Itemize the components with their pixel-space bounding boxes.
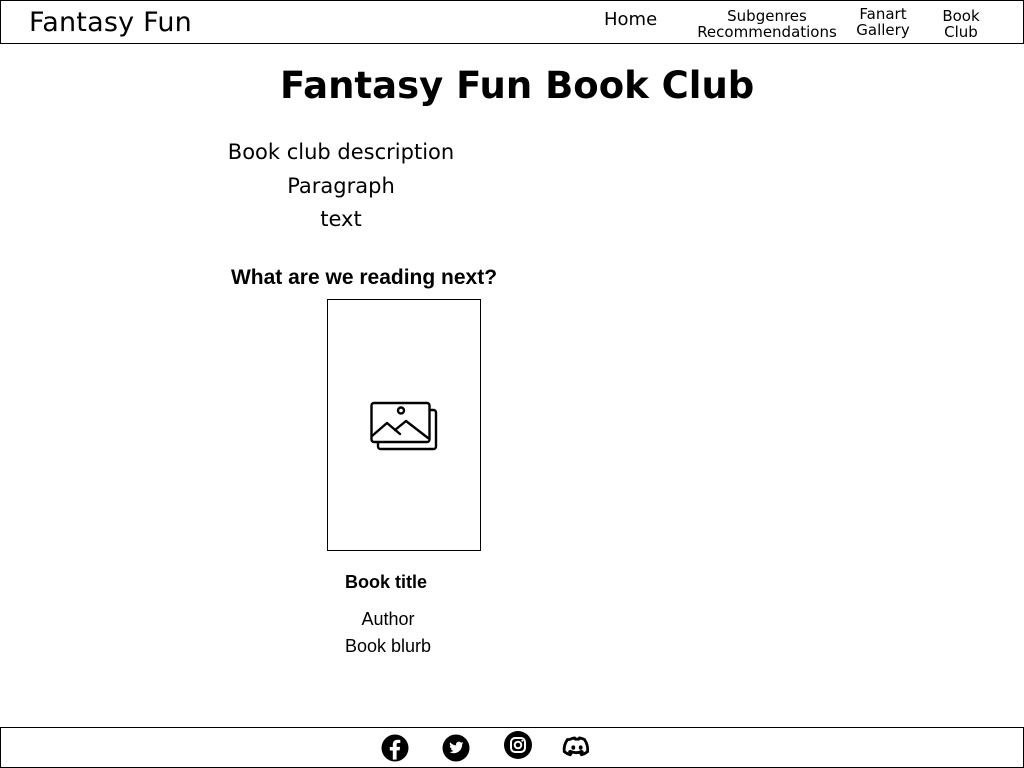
nav-home-link[interactable]: Home: [604, 10, 657, 30]
facebook-icon: [381, 734, 409, 762]
description-line: text: [320, 207, 362, 231]
brand-logo-text[interactable]: Fantasy Fun: [29, 7, 192, 39]
site-footer: [0, 727, 1024, 768]
nav-subgenres-line1: Subgenres: [727, 7, 807, 25]
nav-fanart-line1: Fanart: [859, 5, 907, 23]
instagram-link[interactable]: [503, 730, 533, 760]
nav-book-club-link[interactable]: Book Club: [939, 8, 983, 40]
book-blurb: Book blurb: [344, 636, 432, 656]
description-line: Book club description: [227, 140, 455, 164]
image-placeholder-icon: [370, 401, 438, 451]
nav-fanart-line2: Gallery: [856, 21, 910, 39]
nav-subgenres-line2: Recommendations: [697, 23, 837, 41]
book-cover-image[interactable]: [327, 299, 481, 551]
nav-fanart-gallery-link[interactable]: Fanart Gallery: [854, 6, 912, 38]
nav-subgenres-link[interactable]: Subgenres Recommendations: [689, 8, 845, 40]
site-header: Fantasy Fun Home Subgenres Recommendatio…: [0, 0, 1024, 44]
page-title: Fantasy Fun Book Club: [280, 64, 755, 107]
book-club-description: Book club description Paragraph text: [200, 136, 482, 237]
instagram-icon: [504, 731, 532, 759]
book-title: Book title: [344, 572, 427, 592]
book-author: Author: [361, 609, 415, 629]
twitter-link[interactable]: [441, 733, 471, 763]
discord-link[interactable]: [562, 733, 592, 763]
nav-bookclub-line1: Book: [942, 7, 980, 25]
discord-icon: [562, 736, 590, 757]
twitter-icon: [442, 734, 470, 762]
next-read-heading: What are we reading next?: [230, 266, 498, 289]
description-line: Paragraph: [287, 173, 395, 198]
nav-bookclub-line2: Club: [944, 23, 978, 41]
facebook-link[interactable]: [380, 733, 410, 763]
